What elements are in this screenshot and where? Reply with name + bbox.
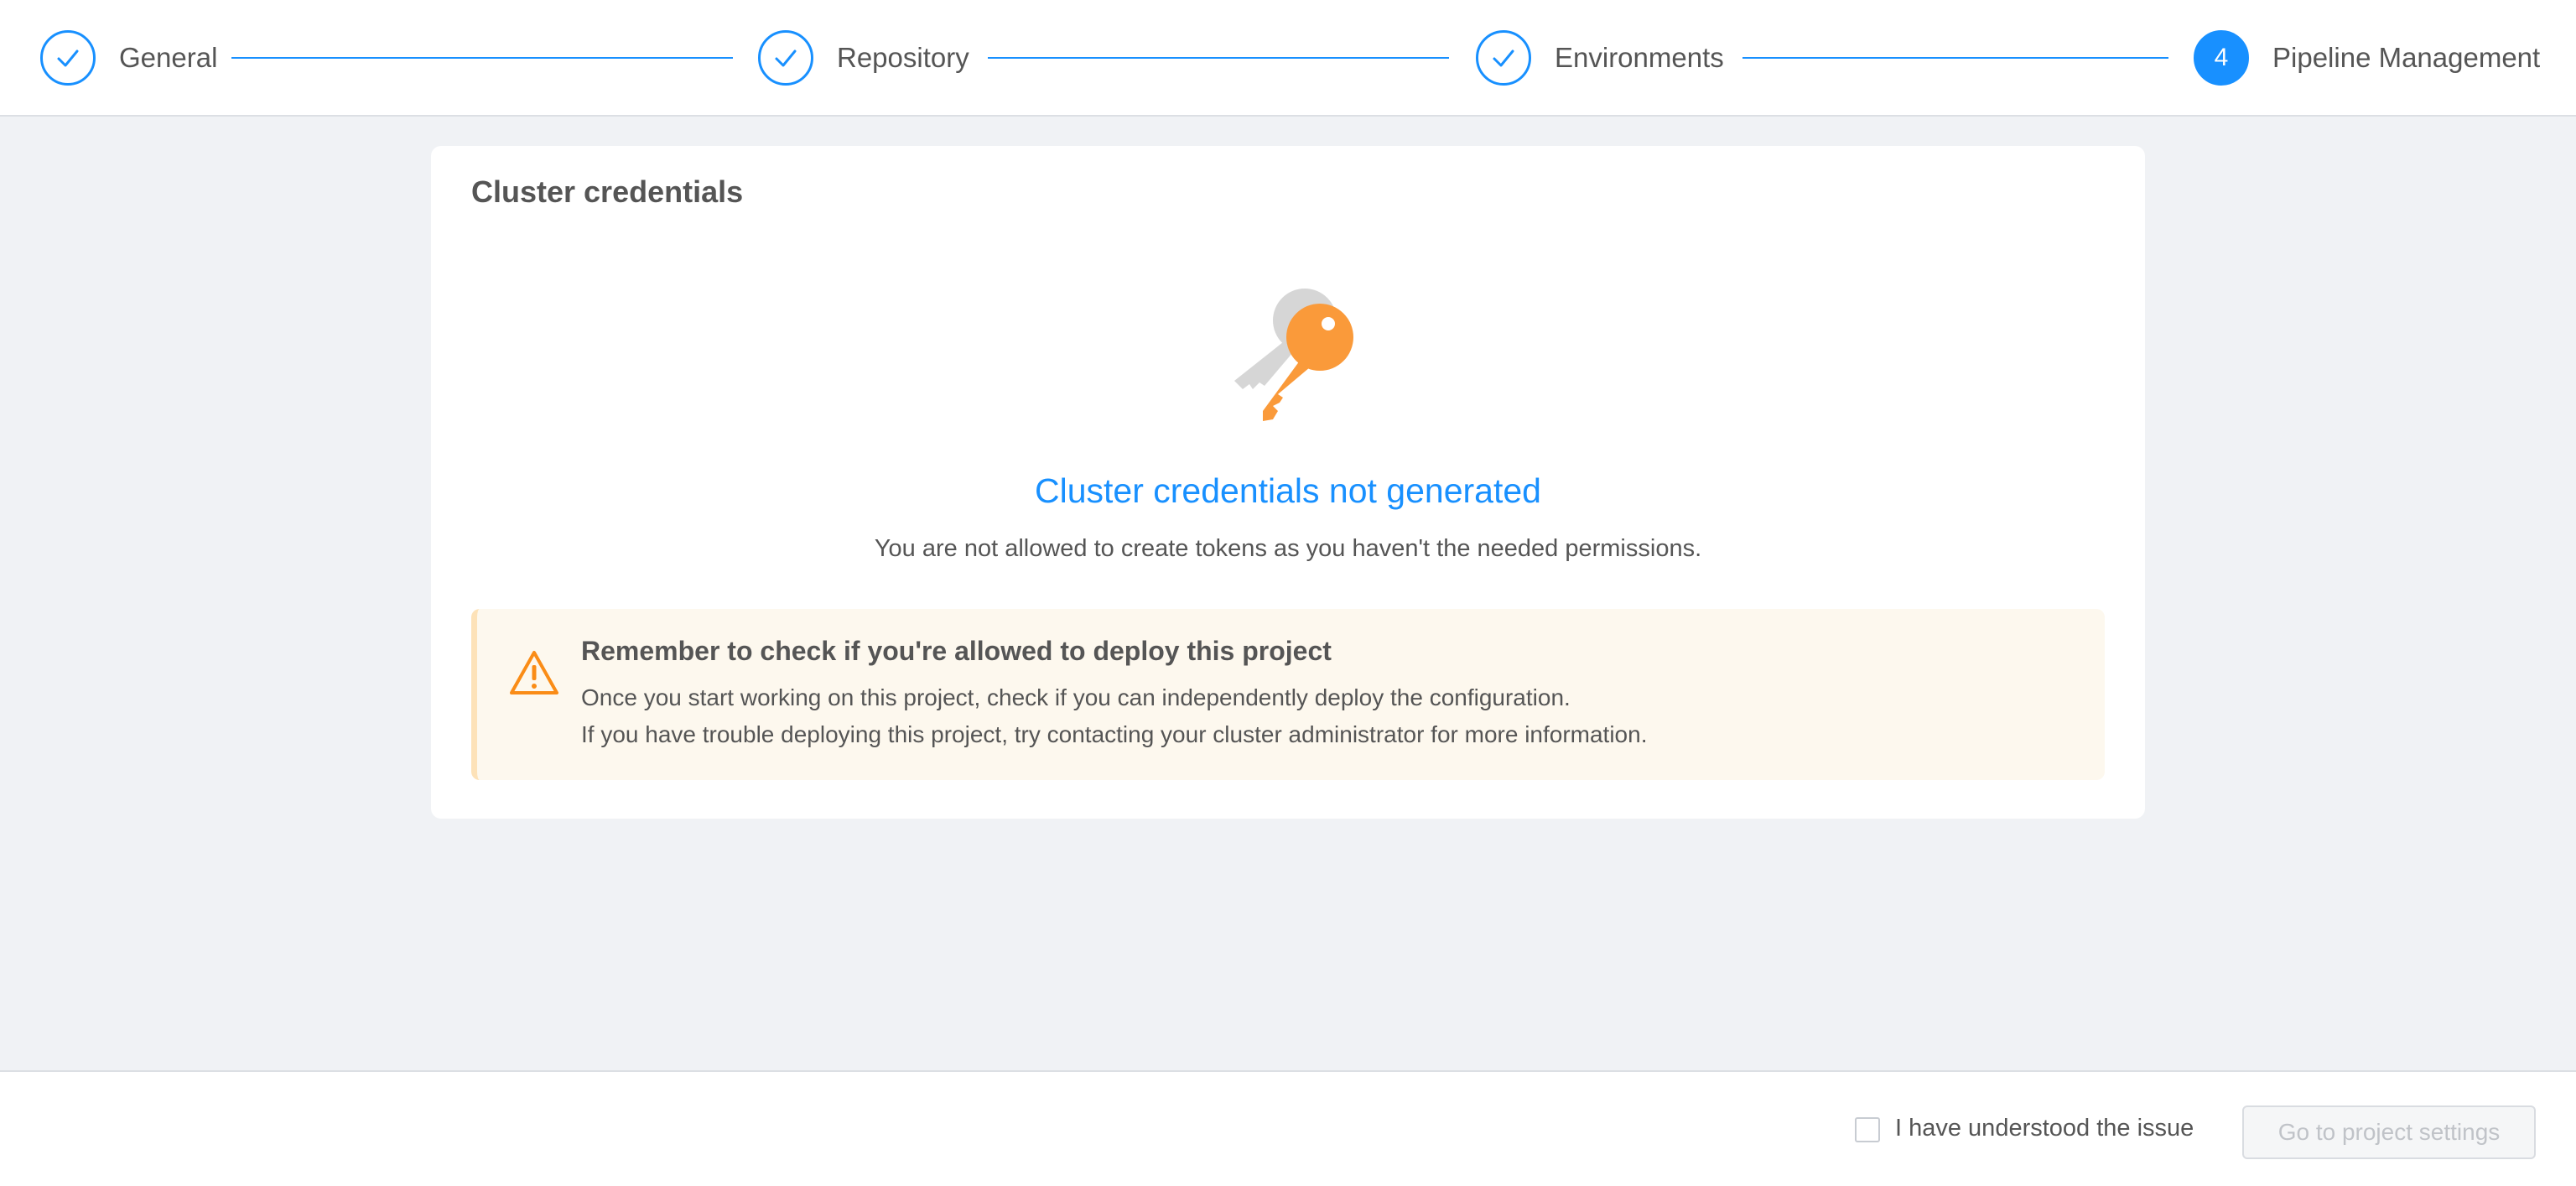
step-label: Pipeline Management	[2272, 42, 2541, 73]
cluster-credentials-card: Cluster credentials Cluster credentials …	[431, 146, 2145, 819]
warning-alert: Remember to check if you're allowed to d…	[471, 609, 2105, 780]
step-label: Repository	[837, 42, 969, 73]
empty-state-title: Cluster credentials not generated	[1035, 471, 1541, 510]
step-connector	[1742, 57, 2168, 59]
alert-title: Remember to check if you're allowed to d…	[581, 636, 1332, 666]
step-number: 4	[2214, 44, 2229, 71]
check-icon	[775, 49, 797, 67]
step-completed-indicator	[1476, 30, 1531, 86]
step-repository[interactable]: Repository	[758, 30, 969, 86]
check-icon	[57, 49, 79, 67]
card-title: Cluster credentials	[471, 174, 744, 209]
step-pipeline-management[interactable]: 4 Pipeline Management	[2194, 30, 2540, 86]
warning-icon	[510, 651, 558, 694]
alert-message-line: Once you start working on this project, …	[581, 684, 1571, 710]
understood-checkbox-label[interactable]: I have understood the issue	[1895, 1115, 2194, 1142]
alert-message-line: If you have trouble deploying this proje…	[581, 721, 1648, 747]
step-completed-indicator	[758, 30, 813, 86]
step-environments[interactable]: Environments	[1476, 30, 1724, 86]
step-connector	[988, 57, 1449, 59]
step-general[interactable]: General	[40, 30, 217, 86]
understood-checkbox[interactable]	[1855, 1117, 1880, 1142]
step-completed-indicator	[40, 30, 96, 86]
check-icon	[1493, 49, 1514, 67]
step-number-indicator: 4	[2194, 30, 2249, 86]
empty-state-description: You are not allowed to create tokens as …	[874, 535, 1702, 562]
footer-bar: I have understood the issue Go to projec…	[0, 1070, 2576, 1186]
step-label: Environments	[1555, 42, 1724, 73]
wizard-stepper: General Repository Environments 4 Pipeli…	[0, 0, 2576, 117]
step-label: General	[119, 42, 218, 73]
keys-icon	[1234, 289, 1353, 421]
step-connector	[231, 57, 733, 59]
go-to-project-settings-button[interactable]: Go to project settings	[2242, 1105, 2536, 1159]
